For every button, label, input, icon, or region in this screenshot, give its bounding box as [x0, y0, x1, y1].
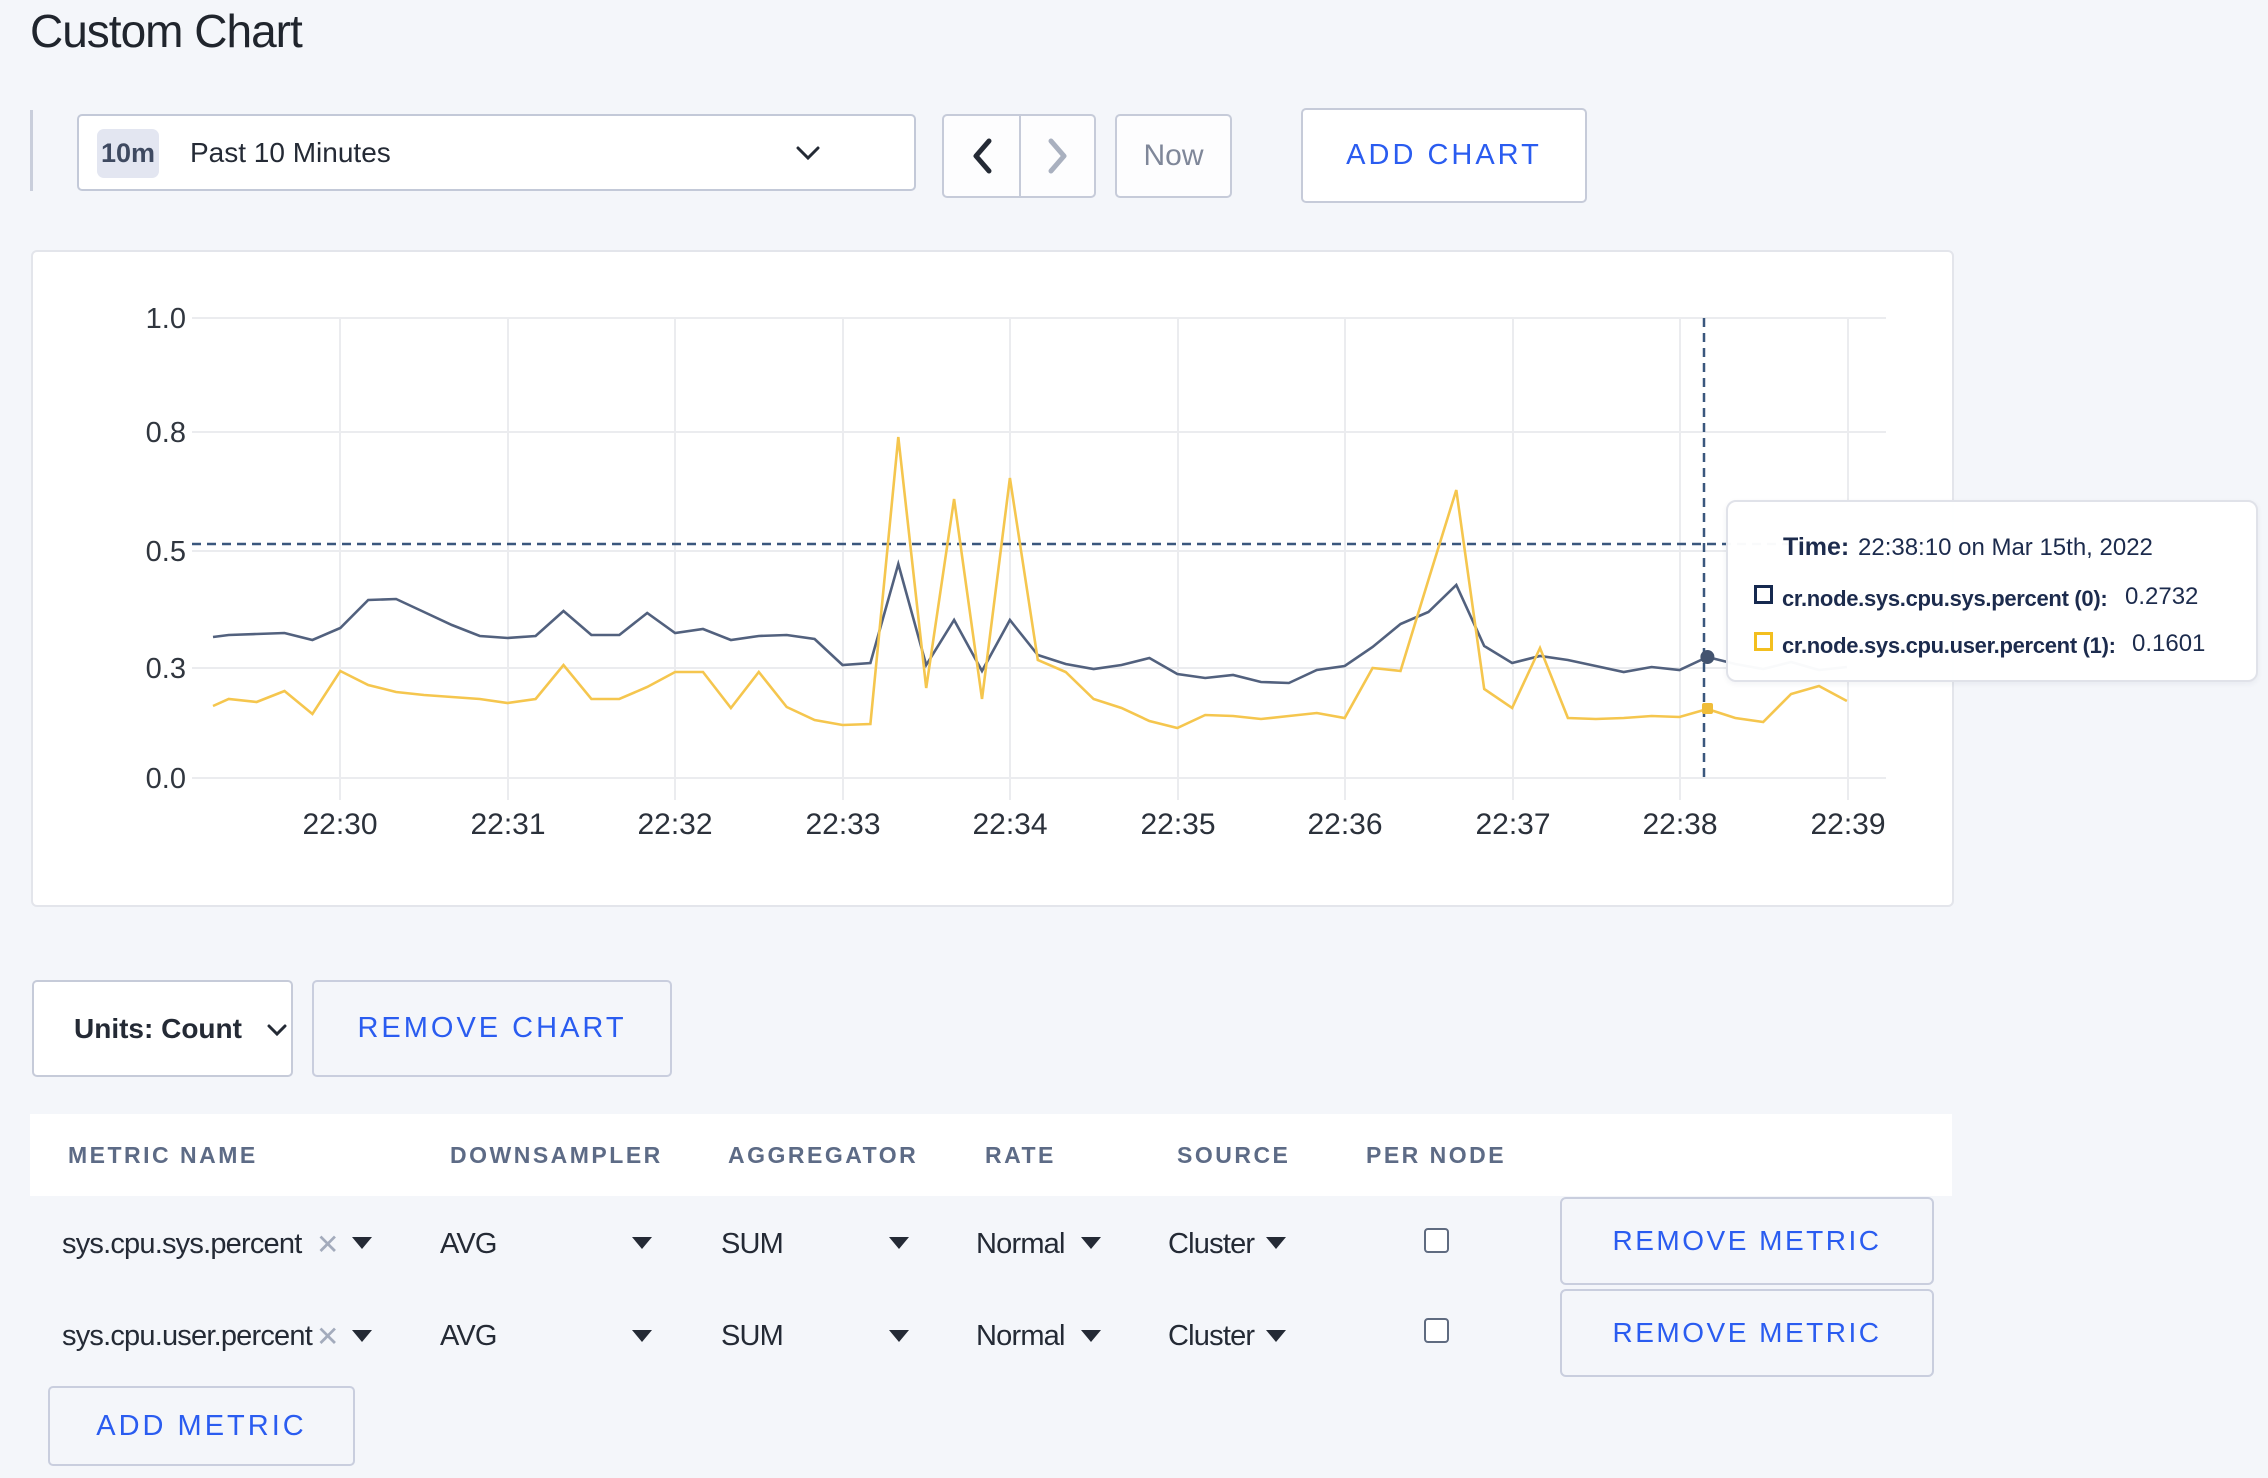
svg-text:22:38: 22:38 [1642, 808, 1717, 841]
svg-text:22:30: 22:30 [302, 808, 377, 841]
svg-text:22:31: 22:31 [470, 808, 545, 841]
svg-text:22:39: 22:39 [1810, 808, 1885, 841]
svg-text:22:32: 22:32 [637, 808, 712, 841]
svg-text:22:35: 22:35 [1140, 808, 1215, 841]
svg-text:1.0: 1.0 [146, 303, 186, 335]
svg-text:22:36: 22:36 [1307, 808, 1382, 841]
svg-text:0.3: 0.3 [146, 653, 186, 685]
svg-text:0.8: 0.8 [146, 417, 186, 449]
svg-text:22:34: 22:34 [972, 808, 1047, 841]
svg-text:0.0: 0.0 [146, 763, 186, 795]
svg-text:0.5: 0.5 [146, 536, 186, 568]
svg-text:22:37: 22:37 [1475, 808, 1550, 841]
svg-text:22:33: 22:33 [805, 808, 880, 841]
